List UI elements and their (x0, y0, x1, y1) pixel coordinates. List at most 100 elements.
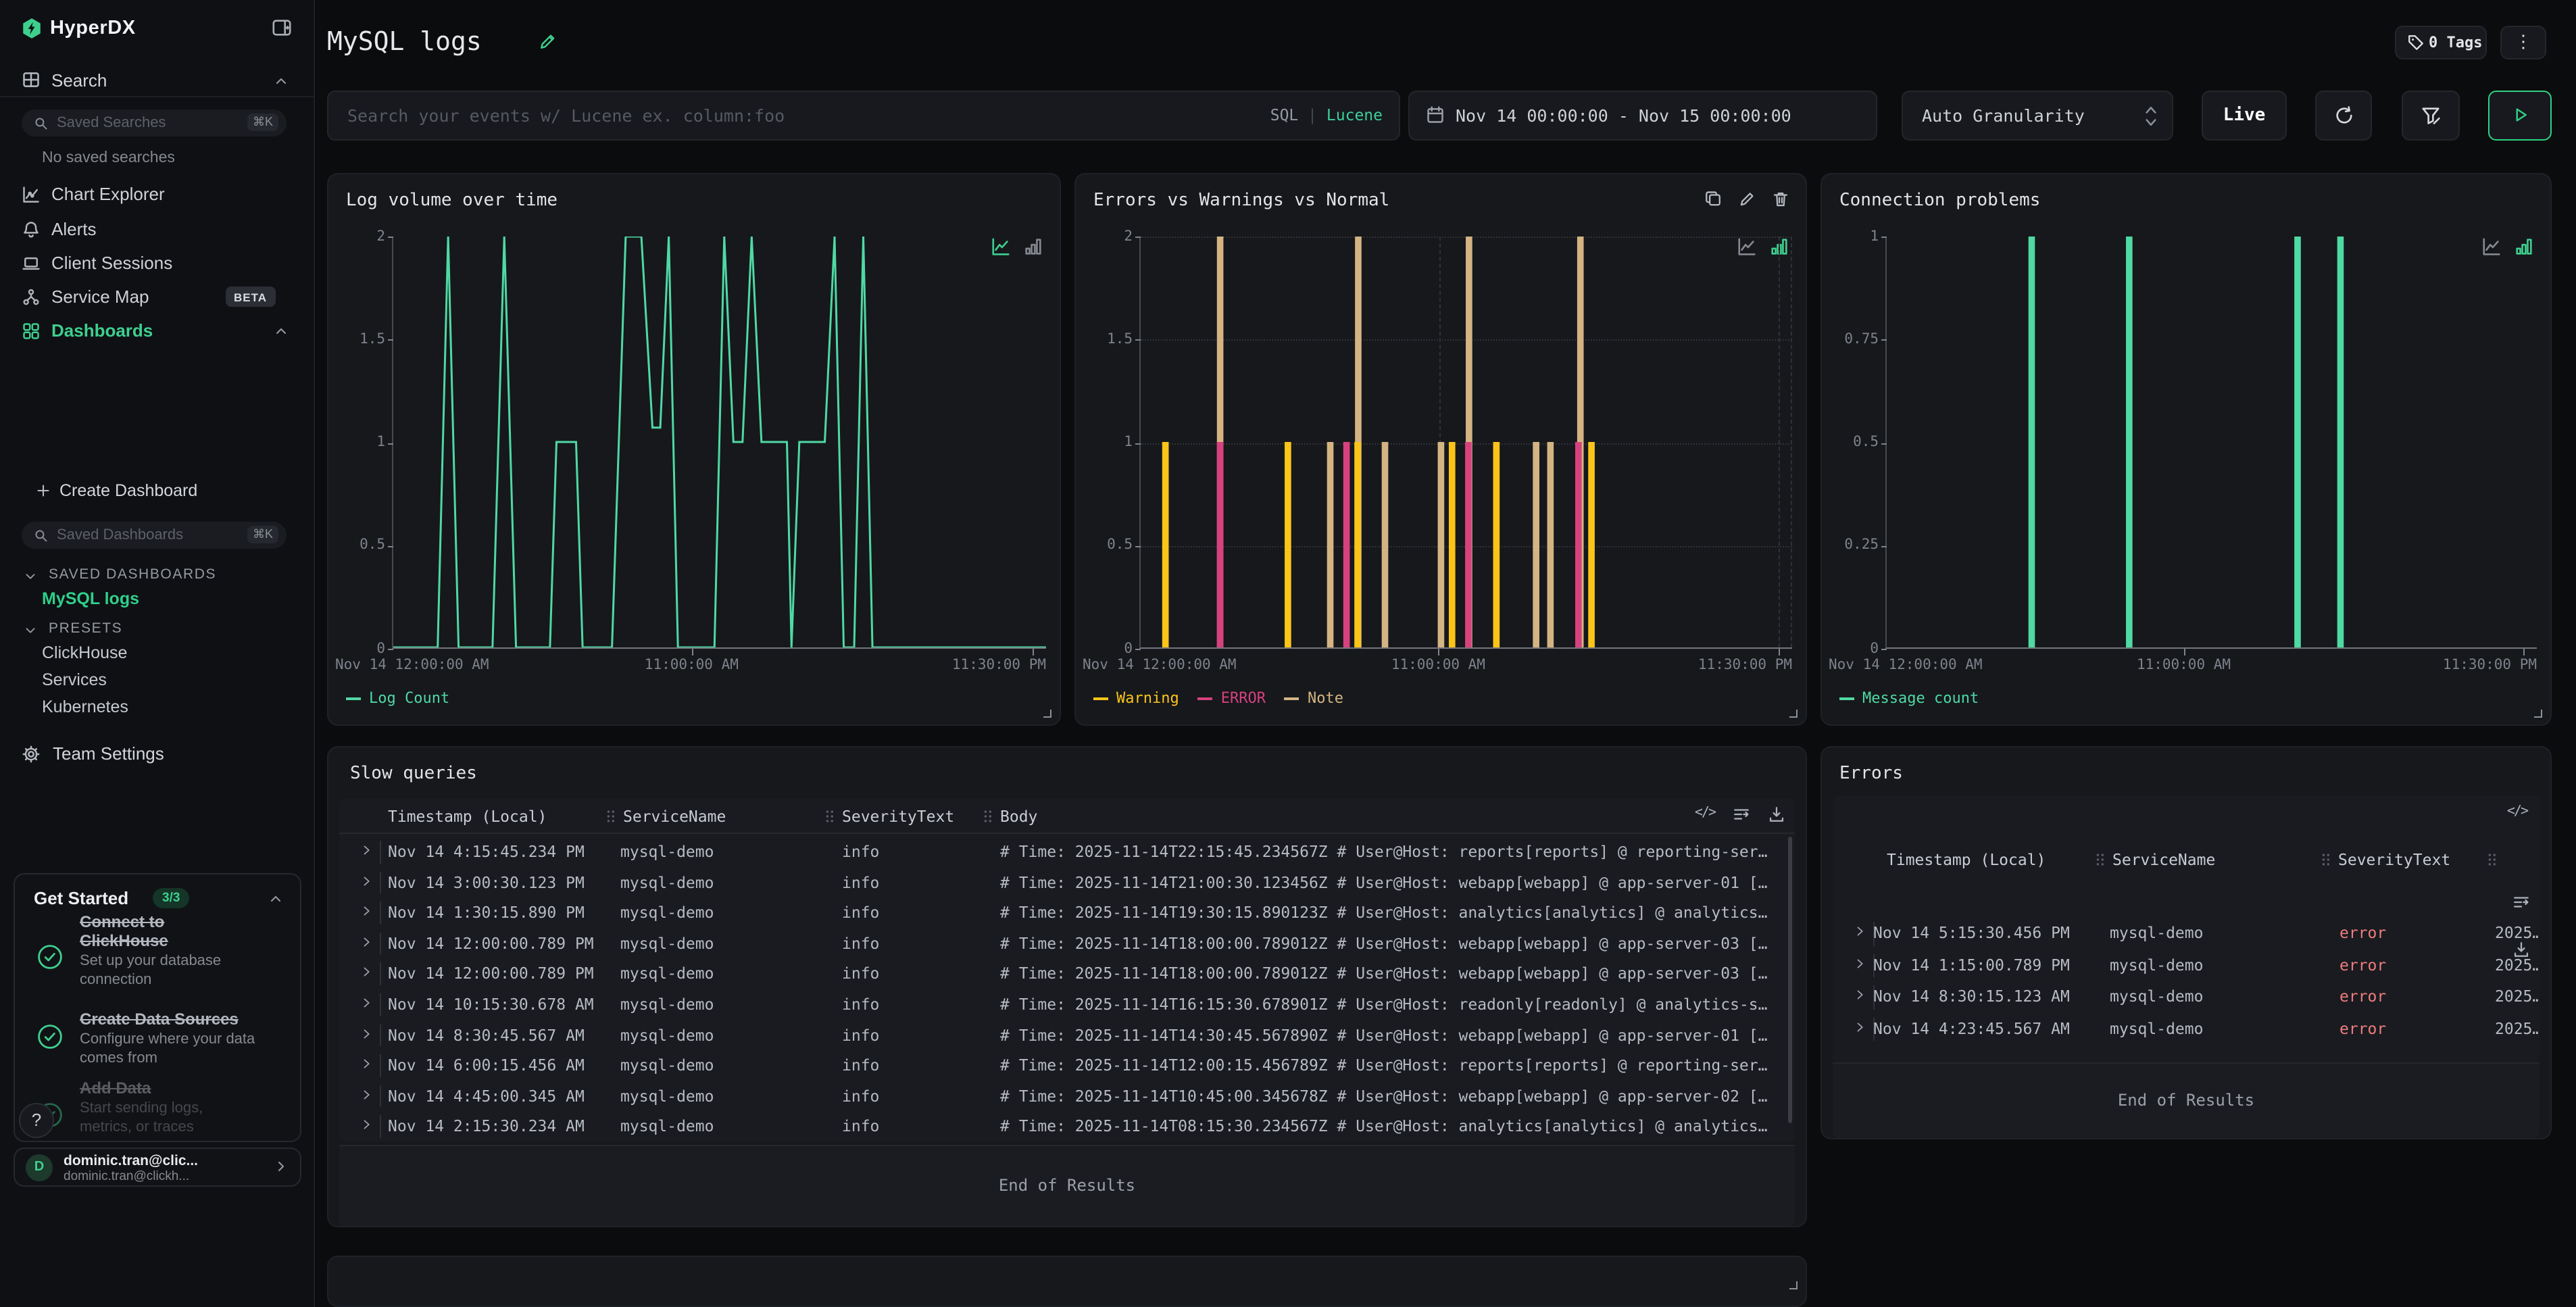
expand-row-icon[interactable] (360, 995, 373, 1011)
column-header-severitytext[interactable]: SeverityText (842, 807, 954, 826)
expand-row-icon[interactable] (360, 842, 373, 858)
sidebar-item-chart-explorer[interactable]: Chart Explorer (0, 178, 314, 212)
live-button[interactable]: Live (2202, 91, 2287, 141)
column-drag-icon[interactable] (2319, 852, 2331, 868)
expand-row-icon[interactable] (360, 1087, 373, 1103)
code-view-icon[interactable]: </> (1695, 806, 1715, 823)
table-row[interactable]: Nov 14 3:00:30.123 PM mysql-demo info # … (339, 867, 1795, 897)
table-row[interactable]: Nov 14 12:00:00.789 PM mysql-demo info #… (339, 959, 1795, 989)
expand-row-icon[interactable] (360, 1025, 373, 1041)
expand-row-icon[interactable] (360, 903, 373, 919)
column-header-servicename[interactable]: ServiceName (2112, 850, 2215, 869)
sql-toggle[interactable]: SQL (1270, 105, 1299, 124)
tags-button[interactable]: 0 Tags (2395, 26, 2487, 59)
run-query-button[interactable] (2488, 91, 2552, 141)
panel-resize-handle[interactable] (1043, 710, 1051, 718)
sidebar-item-service-map[interactable]: Service Map BETA (0, 281, 314, 315)
delete-panel-icon[interactable] (1772, 191, 1789, 208)
column-header-severitytext[interactable]: SeverityText (2338, 850, 2450, 869)
panel-resize-handle[interactable] (1789, 710, 1798, 718)
table-row[interactable]: Nov 14 4:23:45.567 AM mysql-demo error 2… (1833, 1013, 2540, 1045)
chevron-up-icon[interactable] (273, 323, 289, 339)
event-search-input[interactable]: Search your events w/ Lucene ex. column:… (327, 91, 1400, 141)
wrap-lines-icon[interactable] (2512, 893, 2530, 911)
chart-plot-area[interactable] (1139, 237, 1792, 649)
table-row[interactable]: Nov 14 1:15:00.789 PM mysql-demo error 2… (1833, 950, 2540, 981)
help-button[interactable]: ? (19, 1103, 54, 1138)
legend-item[interactable]: Warning (1093, 689, 1179, 707)
table-row[interactable]: Nov 14 10:15:30.678 AM mysql-demo info #… (339, 989, 1795, 1020)
expand-row-icon[interactable] (1853, 955, 1866, 971)
edit-title-icon[interactable] (538, 32, 557, 51)
table-row[interactable]: Nov 14 6:00:15.456 AM mysql-demo info # … (339, 1050, 1795, 1081)
sidebar: HyperDX Search Saved Searches ⌘K No save… (0, 0, 315, 1307)
saved-searches-input[interactable]: Saved Searches ⌘K (22, 109, 287, 137)
sidebar-item-clickhouse[interactable]: ClickHouse (42, 643, 127, 662)
column-header-body[interactable]: Body (1000, 807, 1037, 826)
y-tick-mark (1135, 237, 1141, 238)
table-row[interactable]: Nov 14 4:45:00.345 AM mysql-demo info # … (339, 1081, 1795, 1112)
table-row[interactable]: Nov 14 5:15:30.456 PM mysql-demo error 2… (1833, 918, 2540, 950)
table-scrollbar[interactable] (1788, 837, 1792, 1123)
expand-row-icon[interactable] (1853, 987, 1866, 1003)
download-icon[interactable] (1768, 806, 1785, 823)
column-header-timestamp[interactable]: Timestamp (Local) (1887, 850, 2046, 869)
column-drag-icon[interactable] (2094, 852, 2106, 868)
saved-dashboards-input[interactable]: Saved Dashboards ⌘K (22, 522, 287, 549)
sidebar-item-services[interactable]: Services (42, 670, 107, 689)
refresh-button[interactable] (2315, 91, 2372, 141)
table-row[interactable]: Nov 14 8:30:45.567 AM mysql-demo info # … (339, 1020, 1795, 1050)
column-drag-icon[interactable] (604, 808, 616, 824)
edit-panel-icon[interactable] (1738, 191, 1756, 208)
presets-section-header[interactable]: PRESETS (0, 619, 314, 641)
sidebar-item-dashboards[interactable]: Dashboards (0, 315, 314, 349)
collapse-sidebar-icon[interactable] (272, 18, 292, 38)
column-drag-icon[interactable] (823, 808, 835, 824)
get-started-item[interactable]: Add Data Start sending logs, metrics, or… (80, 1079, 289, 1137)
get-started-item[interactable]: Connect to ClickHouse Set up your databa… (80, 912, 289, 989)
expand-row-icon[interactable] (360, 964, 373, 981)
chevron-up-icon[interactable] (268, 891, 284, 907)
panel-resize-handle[interactable] (2534, 710, 2542, 718)
sidebar-item-search[interactable]: Search (0, 64, 314, 99)
chart-plot-area[interactable] (1885, 237, 2537, 649)
column-header-timestamp[interactable]: Timestamp (Local) (388, 807, 547, 826)
sidebar-item-team-settings[interactable]: Team Settings (0, 741, 314, 770)
table-row[interactable]: Nov 14 1:30:15.890 PM mysql-demo info # … (339, 897, 1795, 928)
granularity-select[interactable]: Auto Granularity (1902, 91, 2173, 141)
table-row[interactable]: Nov 14 2:15:30.234 AM mysql-demo info # … (339, 1112, 1795, 1142)
chart-plot-area[interactable] (392, 237, 1046, 649)
legend-item[interactable]: ERROR (1198, 689, 1266, 707)
sidebar-item-mysql-logs[interactable]: MySQL logs (42, 589, 139, 608)
lucene-toggle[interactable]: Lucene (1327, 105, 1383, 124)
filter-button[interactable] (2402, 91, 2460, 141)
legend-item[interactable]: Note (1285, 689, 1343, 707)
table-row[interactable]: Nov 14 12:00:00.789 PM mysql-demo info #… (339, 929, 1795, 959)
sidebar-item-alerts[interactable]: Alerts (0, 214, 314, 247)
expand-row-icon[interactable] (1853, 923, 1866, 939)
column-header-servicename[interactable]: ServiceName (623, 807, 726, 826)
more-options-button[interactable]: ⋮ (2500, 26, 2546, 59)
expand-row-icon[interactable] (360, 934, 373, 950)
column-drag-icon[interactable] (981, 808, 993, 824)
expand-row-icon[interactable] (360, 872, 373, 889)
saved-dashboards-section-header[interactable]: SAVED DASHBOARDS (0, 565, 314, 587)
panel-resize-handle[interactable] (1789, 1281, 1798, 1289)
table-row[interactable]: Nov 14 4:15:45.234 PM mysql-demo info # … (339, 837, 1795, 867)
user-menu[interactable]: D dominic.tran@clic... dominic.tran@clic… (14, 1148, 301, 1187)
table-row[interactable]: Nov 14 8:30:15.123 AM mysql-demo error 2… (1833, 981, 2540, 1013)
sidebar-item-client-sessions[interactable]: Client Sessions (0, 247, 314, 281)
legend-item[interactable]: Log Count (346, 689, 449, 707)
wrap-lines-icon[interactable] (1733, 806, 1750, 823)
time-range-picker[interactable]: Nov 14 00:00:00 - Nov 15 00:00:00 (1408, 91, 1877, 141)
create-dashboard-button[interactable]: Create Dashboard (0, 478, 314, 508)
expand-row-icon[interactable] (360, 1056, 373, 1072)
expand-row-icon[interactable] (360, 1117, 373, 1133)
expand-row-icon[interactable] (1853, 1018, 1866, 1035)
sidebar-item-kubernetes[interactable]: Kubernetes (42, 697, 128, 716)
legend-item[interactable]: Message count (1839, 689, 1979, 707)
column-drag-icon[interactable] (2485, 852, 2498, 868)
duplicate-icon[interactable] (1704, 191, 1722, 208)
get-started-item[interactable]: Create Data Sources Configure where your… (80, 1010, 289, 1068)
chevron-up-icon[interactable] (273, 73, 289, 89)
